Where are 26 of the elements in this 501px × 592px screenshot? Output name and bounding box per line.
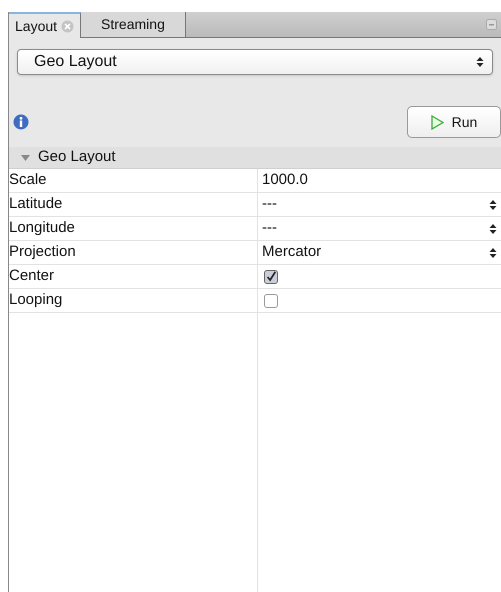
section-title: Geo Layout [38,147,116,168]
property-value[interactable]: --- [258,193,281,216]
run-button[interactable]: Run [407,106,501,138]
tab[interactable]: Layout [9,12,82,38]
info-icon[interactable] [13,114,29,130]
play-icon [430,114,444,130]
property-name: Looping [9,290,62,310]
checkbox[interactable] [264,270,278,284]
property-name: Longitude [9,218,75,238]
check-icon [265,270,277,284]
checkbox[interactable] [264,294,278,308]
property-value[interactable]: Mercator [258,241,326,264]
up-down-arrows-icon[interactable] [489,198,497,210]
up-down-arrows-icon[interactable] [489,246,497,258]
section-header[interactable]: Geo Layout [9,147,501,169]
property-name: Projection [9,242,76,262]
property-name: Scale [9,170,47,190]
property-value[interactable]: 1000.0 [258,169,312,192]
layout-dropdown[interactable]: Geo Layout [17,49,493,75]
up-down-arrows-icon[interactable] [476,56,484,68]
up-down-arrows-icon[interactable] [489,222,497,234]
triangle-down-icon[interactable] [21,153,30,162]
property-name: Center [9,266,54,286]
property-name: Latitude [9,194,62,214]
tab[interactable]: Streaming [81,12,186,37]
property-value[interactable]: --- [258,217,281,240]
